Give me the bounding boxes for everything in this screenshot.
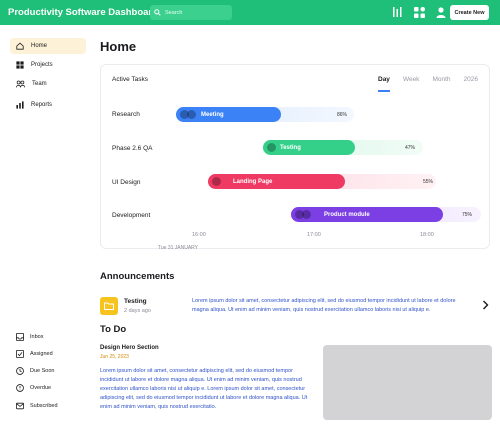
task-bar-product-module[interactable]: Product module bbox=[291, 207, 443, 222]
tab-year[interactable]: 2026 bbox=[464, 76, 478, 83]
task-bar-landing-page[interactable]: Landing Page bbox=[208, 174, 345, 189]
team-icon bbox=[16, 80, 25, 88]
apps-grid-icon[interactable] bbox=[412, 5, 426, 19]
tab-month[interactable]: Month bbox=[432, 76, 450, 83]
sidebar-item-team[interactable]: Team bbox=[10, 76, 86, 92]
sidebar-item-label: Inbox bbox=[30, 334, 44, 340]
task-bar-label: Landing Page bbox=[233, 178, 273, 185]
task-bar-testing[interactable]: Testing bbox=[263, 140, 355, 155]
sidebar-item-label: Subscribed bbox=[30, 403, 58, 409]
sidebar-item-due-soon[interactable]: Due Soon bbox=[16, 365, 86, 377]
chevron-right-icon[interactable] bbox=[482, 300, 489, 310]
sidebar-item-subscribed[interactable]: Subscribed bbox=[16, 400, 86, 412]
app-title: Productivity Software Dashboard bbox=[8, 7, 158, 18]
top-bar: Productivity Software Dashboard Create N… bbox=[0, 0, 500, 25]
sidebar-item-label: Home bbox=[31, 43, 48, 49]
announcements-heading: Announcements bbox=[100, 271, 175, 282]
todo-heading: To Do bbox=[100, 324, 127, 335]
sidebar-item-reports[interactable]: Reports bbox=[10, 97, 86, 113]
range-tabs: Day Week Month 2026 bbox=[378, 76, 478, 92]
assigned-icon bbox=[16, 350, 24, 358]
todo-item-date: Jun 25, 2023 bbox=[100, 354, 129, 360]
task-bar-meeting[interactable]: Meeting bbox=[176, 107, 281, 122]
create-new-button[interactable]: Create New bbox=[450, 5, 489, 20]
time-tick: 17:00 bbox=[307, 232, 321, 238]
sidebar-item-label: Team bbox=[32, 81, 47, 87]
search-box[interactable] bbox=[150, 5, 232, 20]
page-title: Home bbox=[100, 39, 137, 54]
clock-icon bbox=[16, 367, 24, 375]
folder-icon bbox=[100, 297, 118, 315]
task-bar-label: Product module bbox=[324, 211, 370, 218]
sidebar-item-assigned[interactable]: Assigned bbox=[16, 348, 86, 360]
date-label: Tue 31 JANUARY bbox=[158, 245, 199, 251]
progress-label: 86% bbox=[337, 112, 348, 118]
announcement-time: 2 days ago bbox=[124, 308, 151, 314]
task-bar-label: Meeting bbox=[201, 111, 224, 118]
progress-label: 75% bbox=[462, 212, 473, 218]
sidebar-item-label: Due Soon bbox=[30, 368, 55, 374]
home-icon bbox=[16, 42, 24, 50]
sidebar-item-home[interactable]: Home bbox=[10, 38, 86, 54]
inbox-icon bbox=[16, 333, 24, 341]
sidebar-item-label: Overdue bbox=[30, 385, 52, 391]
top-icons bbox=[390, 5, 448, 19]
announcement-title[interactable]: Testing bbox=[124, 298, 147, 305]
avatar-group bbox=[212, 177, 230, 186]
search-input[interactable] bbox=[165, 9, 229, 16]
avatar-group bbox=[180, 110, 198, 119]
row-label-development: Development bbox=[112, 212, 151, 219]
row-label-phase-qa: Phase 2.6 QA bbox=[112, 145, 153, 152]
avatar-group bbox=[295, 210, 313, 219]
progress-label: 55% bbox=[423, 179, 434, 185]
sidebar-item-label: Reports bbox=[31, 102, 53, 108]
avatar-group bbox=[267, 143, 285, 152]
active-tasks-card: Active Tasks Day Week Month 2026 Researc… bbox=[100, 64, 490, 251]
sidebar-item-label: Assigned bbox=[30, 351, 53, 357]
search-icon bbox=[154, 9, 161, 16]
row-label-ui-design: UI Design bbox=[112, 179, 141, 186]
sliders-icon[interactable] bbox=[390, 5, 404, 19]
todo-item-title[interactable]: Design Hero Section bbox=[100, 345, 159, 351]
time-tick: 18:00 bbox=[420, 232, 434, 238]
card-title: Active Tasks bbox=[112, 76, 149, 83]
todo-item-body: Lorem ipsum dolor sit amet, consectetur … bbox=[100, 368, 308, 411]
mail-icon bbox=[16, 402, 24, 410]
row-label-research: Research bbox=[112, 111, 140, 118]
tab-day[interactable]: Day bbox=[378, 76, 390, 92]
image-placeholder bbox=[323, 345, 492, 420]
grid-icon bbox=[16, 61, 24, 69]
sidebar-item-inbox[interactable]: Inbox bbox=[16, 331, 86, 343]
bar-chart-icon bbox=[16, 101, 24, 109]
progress-label: 47% bbox=[405, 145, 416, 151]
time-tick: 16:00 bbox=[192, 232, 206, 238]
announcement-body: Lorem ipsum dolor sit amet, consectetur … bbox=[192, 298, 456, 313]
sidebar-item-label: Projects bbox=[31, 62, 53, 68]
sidebar-item-projects[interactable]: Projects bbox=[10, 57, 86, 73]
tab-week[interactable]: Week bbox=[403, 76, 420, 83]
overdue-icon bbox=[16, 384, 24, 392]
user-icon[interactable] bbox=[434, 5, 448, 19]
sidebar-item-overdue[interactable]: Overdue bbox=[16, 382, 86, 394]
